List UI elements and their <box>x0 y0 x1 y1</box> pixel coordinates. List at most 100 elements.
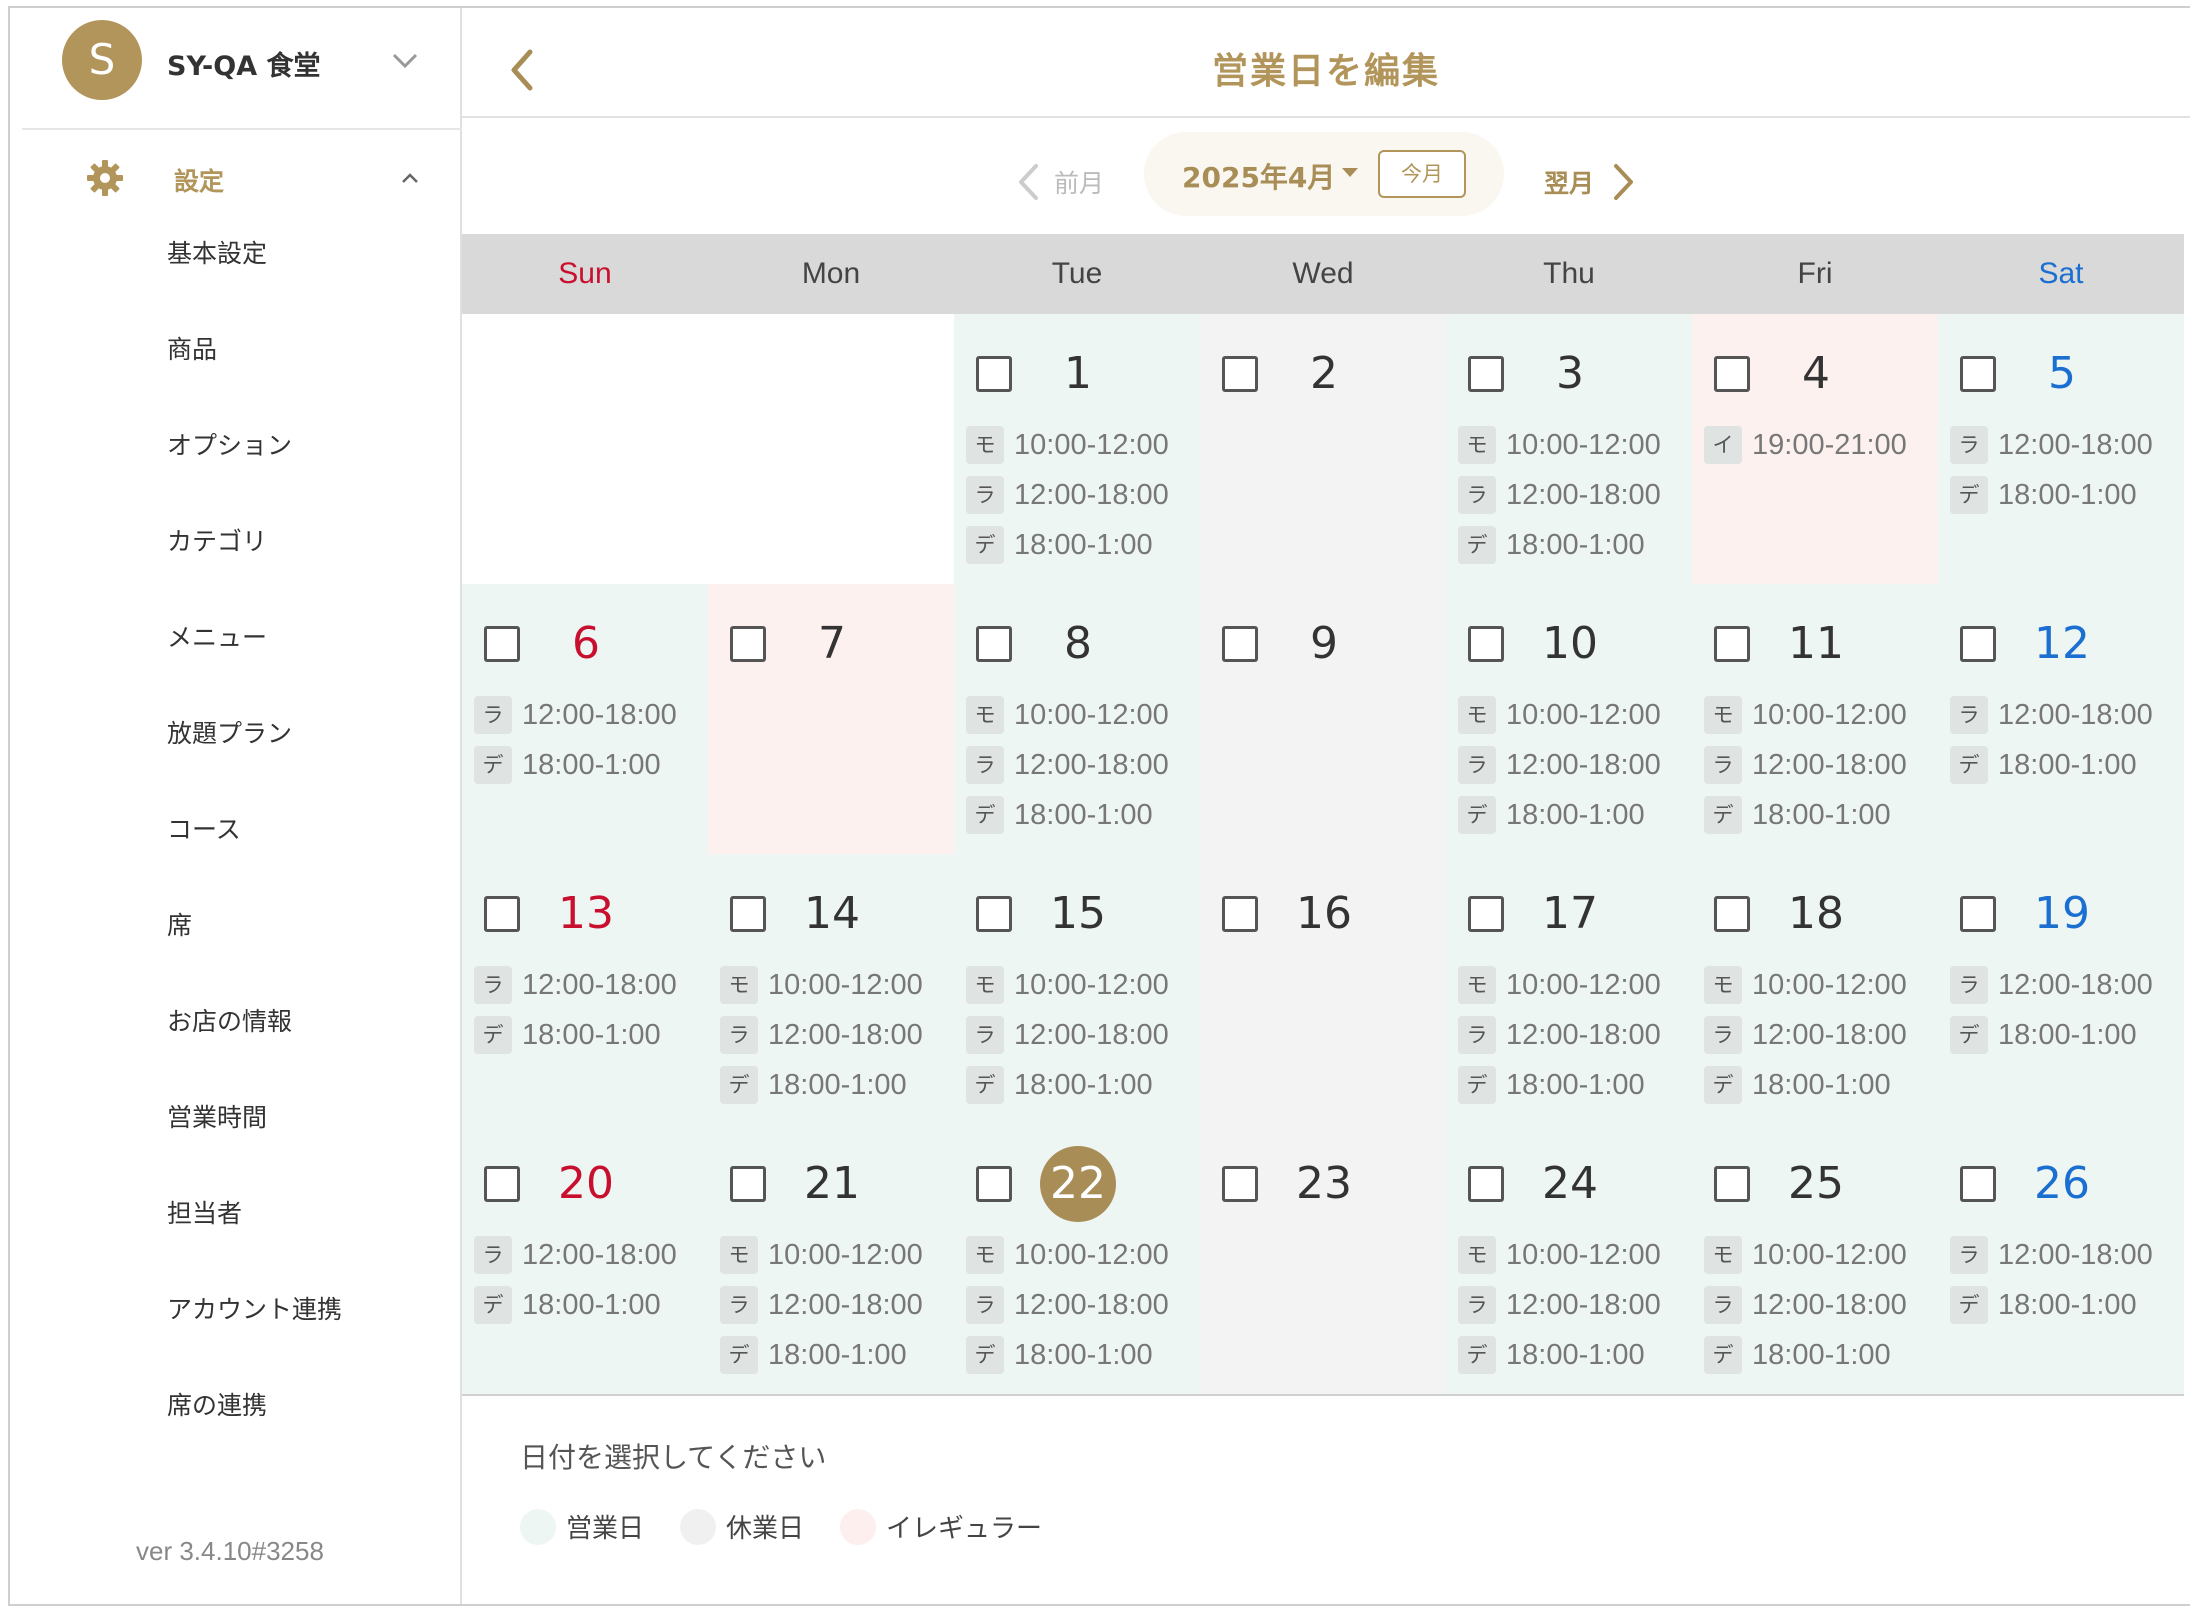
calendar-day-cell[interactable]: 20 ラ 12:00-18:00 デ 18:00-1:00 <box>462 1124 708 1394</box>
calendar-day-cell[interactable]: 2 <box>1200 314 1446 584</box>
calendar-day-cell[interactable]: 11 モ 10:00-12:00 ラ 12:00-18:00 デ 18:00-1:00 <box>1692 584 1938 854</box>
day-checkbox[interactable] <box>1714 356 1750 392</box>
day-checkbox[interactable] <box>1714 896 1750 932</box>
day-checkbox[interactable] <box>730 626 766 662</box>
sidebar-item[interactable]: 席の連携 <box>10 1386 462 1482</box>
day-checkbox[interactable] <box>484 1166 520 1202</box>
calendar-day-cell[interactable]: 24 モ 10:00-12:00 ラ 12:00-18:00 デ 18:00-1:00 <box>1446 1124 1692 1394</box>
time-slot: ラ 12:00-18:00 <box>1704 1010 1907 1060</box>
day-checkbox[interactable] <box>1960 626 1996 662</box>
day-checkbox[interactable] <box>1468 896 1504 932</box>
next-month-button[interactable]: 翌月 <box>1544 164 1594 200</box>
sidebar-item[interactable]: アカウント連携 <box>10 1290 462 1386</box>
slot-type-badge: モ <box>966 426 1004 464</box>
slot-time: 18:00-1:00 <box>1506 1338 1645 1371</box>
day-checkbox[interactable] <box>1468 356 1504 392</box>
calendar-day-cell[interactable]: 13 ラ 12:00-18:00 デ 18:00-1:00 <box>462 854 708 1124</box>
day-number: 4 <box>1802 348 1830 399</box>
sidebar-item[interactable]: 席 <box>10 906 462 1002</box>
slot-time: 12:00-18:00 <box>1014 748 1169 781</box>
day-checkbox[interactable] <box>1468 1166 1504 1202</box>
chevron-right-icon[interactable] <box>1612 162 1636 202</box>
slot-time: 18:00-1:00 <box>1752 1338 1891 1371</box>
sidebar-item[interactable]: 基本設定 <box>10 234 462 330</box>
prev-month-button[interactable]: 前月 <box>1054 164 1104 200</box>
calendar-day-cell[interactable]: 21 モ 10:00-12:00 ラ 12:00-18:00 デ 18:00-1:00 <box>708 1124 954 1394</box>
calendar-day-cell[interactable]: 1 モ 10:00-12:00 ラ 12:00-18:00 デ 18:00-1:00 <box>954 314 1200 584</box>
day-checkbox[interactable] <box>1960 1166 1996 1202</box>
day-checkbox[interactable] <box>976 356 1012 392</box>
day-checkbox[interactable] <box>1468 626 1504 662</box>
day-checkbox[interactable] <box>1714 626 1750 662</box>
slot-type-badge: ラ <box>474 1236 512 1274</box>
calendar-day-cell[interactable]: 5 ラ 12:00-18:00 デ 18:00-1:00 <box>1938 314 2184 584</box>
store-switcher[interactable]: S SY-QA 食堂 <box>10 8 462 126</box>
day-checkbox[interactable] <box>730 896 766 932</box>
time-slot: モ 10:00-12:00 <box>1458 1230 1661 1280</box>
calendar-day-cell[interactable]: 14 モ 10:00-12:00 ラ 12:00-18:00 デ 18:00-1:00 <box>708 854 954 1124</box>
sidebar-item[interactable]: オプション <box>10 426 462 522</box>
day-checkbox[interactable] <box>976 896 1012 932</box>
calendar-day-cell[interactable]: 16 <box>1200 854 1446 1124</box>
calendar-day-cell[interactable]: 4 イ 19:00-21:00 <box>1692 314 1938 584</box>
calendar-day-cell[interactable]: 8 モ 10:00-12:00 ラ 12:00-18:00 デ 18:00-1:00 <box>954 584 1200 854</box>
calendar-day-cell[interactable]: 6 ラ 12:00-18:00 デ 18:00-1:00 <box>462 584 708 854</box>
day-checkbox[interactable] <box>1714 1166 1750 1202</box>
calendar-day-cell[interactable]: 26 ラ 12:00-18:00 デ 18:00-1:00 <box>1938 1124 2184 1394</box>
sidebar-item[interactable]: 商品 <box>10 330 462 426</box>
day-checkbox[interactable] <box>1960 356 1996 392</box>
day-checkbox[interactable] <box>1222 356 1258 392</box>
day-checkbox[interactable] <box>1222 896 1258 932</box>
chevron-left-icon[interactable] <box>1016 162 1040 202</box>
slot-time: 12:00-18:00 <box>1506 748 1661 781</box>
calendar-day-cell[interactable]: 22 モ 10:00-12:00 ラ 12:00-18:00 デ 18:00-1:00 <box>954 1124 1200 1394</box>
time-slot: ラ 12:00-18:00 <box>1458 740 1661 790</box>
day-checkbox[interactable] <box>976 1166 1012 1202</box>
slot-type-badge: ラ <box>1458 476 1496 514</box>
calendar-day-cell[interactable]: 12 ラ 12:00-18:00 デ 18:00-1:00 <box>1938 584 2184 854</box>
slot-time: 12:00-18:00 <box>1506 478 1661 511</box>
day-checkbox[interactable] <box>484 896 520 932</box>
calendar-day-cell[interactable]: 3 モ 10:00-12:00 ラ 12:00-18:00 デ 18:00-1:00 <box>1446 314 1692 584</box>
day-checkbox[interactable] <box>484 626 520 662</box>
calendar-day-cell[interactable]: 19 ラ 12:00-18:00 デ 18:00-1:00 <box>1938 854 2184 1124</box>
day-checkbox[interactable] <box>730 1166 766 1202</box>
calendar-day-cell[interactable]: 23 <box>1200 1124 1446 1394</box>
slot-time: 10:00-12:00 <box>1752 1238 1907 1271</box>
sidebar-item[interactable]: コース <box>10 810 462 906</box>
sidebar-item[interactable]: カテゴリ <box>10 522 462 618</box>
calendar-day-cell[interactable]: 7 <box>708 584 954 854</box>
slot-time: 18:00-1:00 <box>1014 1068 1153 1101</box>
current-month-button[interactable]: 今月 <box>1378 150 1466 198</box>
slot-type-badge: ラ <box>720 1286 758 1324</box>
day-checkbox[interactable] <box>1222 1166 1258 1202</box>
calendar-day-cell[interactable]: 9 <box>1200 584 1446 854</box>
sidebar-item[interactable]: 担当者 <box>10 1194 462 1290</box>
settings-section-toggle[interactable]: 設定 <box>10 148 462 208</box>
time-slot: デ 18:00-1:00 <box>474 1010 677 1060</box>
sidebar-item[interactable]: 放題プラン <box>10 714 462 810</box>
calendar-day-cell[interactable]: 10 モ 10:00-12:00 ラ 12:00-18:00 デ 18:00-1:00 <box>1446 584 1692 854</box>
chevron-down-icon[interactable] <box>390 46 420 76</box>
sidebar-item[interactable]: お店の情報 <box>10 1002 462 1098</box>
weekday-label: Mon <box>801 257 861 290</box>
day-checkbox[interactable] <box>1960 896 1996 932</box>
time-slot: デ 18:00-1:00 <box>1950 1280 2153 1330</box>
month-picker[interactable]: 2025年4月 <box>1182 156 1335 196</box>
time-slot: デ 18:00-1:00 <box>966 790 1169 840</box>
calendar-day-cell[interactable]: 18 モ 10:00-12:00 ラ 12:00-18:00 デ 18:00-1:00 <box>1692 854 1938 1124</box>
time-slot: モ 10:00-12:00 <box>1704 1230 1907 1280</box>
weekday-label: Fri <box>1797 257 1833 290</box>
divider <box>22 128 462 130</box>
calendar-day-cell[interactable]: 15 モ 10:00-12:00 ラ 12:00-18:00 デ 18:00-1:00 <box>954 854 1200 1124</box>
caret-down-icon[interactable] <box>1342 168 1358 177</box>
gear-icon <box>87 160 123 196</box>
calendar-day-cell[interactable]: 25 モ 10:00-12:00 ラ 12:00-18:00 デ 18:00-1:00 <box>1692 1124 1938 1394</box>
time-slot: ラ 12:00-18:00 <box>474 960 677 1010</box>
day-checkbox[interactable] <box>976 626 1012 662</box>
sidebar-item[interactable]: 営業時間 <box>10 1098 462 1194</box>
calendar-day-cell[interactable]: 17 モ 10:00-12:00 ラ 12:00-18:00 デ 18:00-1:00 <box>1446 854 1692 1124</box>
sidebar-item[interactable]: メニュー <box>10 618 462 714</box>
selection-hint: 日付を選択してください <box>520 1441 827 1474</box>
day-checkbox[interactable] <box>1222 626 1258 662</box>
